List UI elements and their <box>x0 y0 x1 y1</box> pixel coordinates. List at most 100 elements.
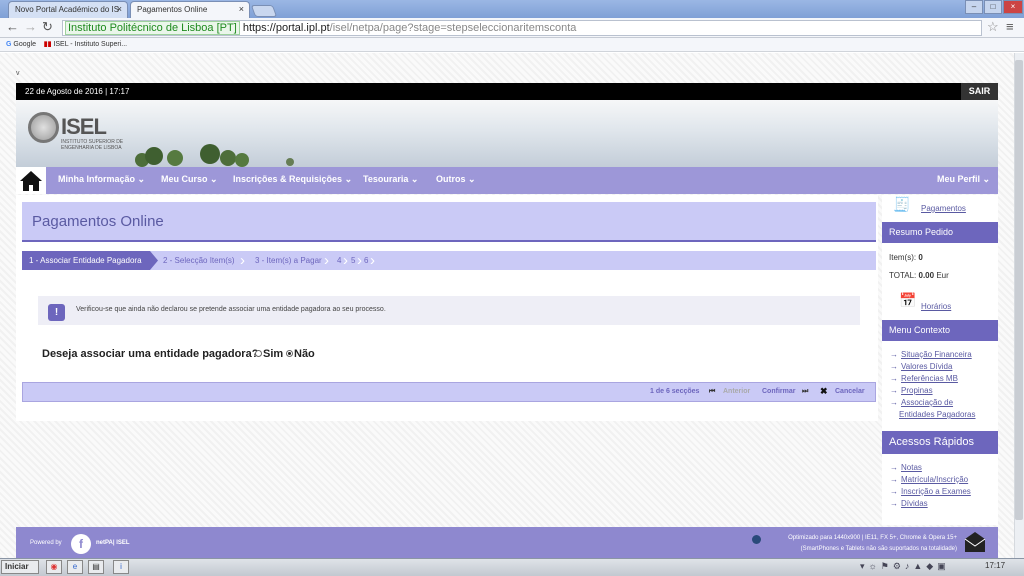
nav-label: Tesouraria <box>363 174 409 184</box>
radio-label-sim[interactable]: Sim <box>263 348 283 360</box>
page-title: Pagamentos Online <box>32 213 164 230</box>
minimize-icon[interactable]: – <box>965 0 983 14</box>
context-link-propinas[interactable]: → Propinas <box>890 386 933 395</box>
home-button[interactable] <box>16 167 46 194</box>
step-separator-icon: › <box>370 252 375 269</box>
step-1-active[interactable]: 1 - Associar Entidade Pagadora <box>22 251 150 270</box>
nav-inscricoes[interactable]: Inscrições & Requisições ⌄ <box>233 174 352 185</box>
nav-minha-informacao[interactable]: Minha Informação ⌄ <box>58 174 145 185</box>
bookmark-label: Google <box>13 41 36 48</box>
forward-icon[interactable]: → <box>24 19 37 35</box>
previous-button[interactable]: Anterior <box>723 388 750 395</box>
isel-favicon-icon: ▮▮ <box>43 41 52 48</box>
confirm-button[interactable]: Confirmar <box>762 388 795 395</box>
link-text: Matrícula/Inscrição <box>901 475 969 484</box>
step-separator-icon: › <box>240 252 245 269</box>
step-separator-icon: › <box>343 252 348 269</box>
link-text: Referências MB <box>901 374 958 383</box>
schedule-link[interactable]: Horários <box>921 302 951 311</box>
step-arrow-icon <box>150 251 158 270</box>
payments-icon: 🧾 <box>893 196 911 212</box>
step-6[interactable]: 6 <box>364 251 368 270</box>
quick-link-notas[interactable]: → Notas <box>890 463 922 472</box>
logout-button[interactable]: SAIR <box>961 83 998 100</box>
tab-label: Novo Portal Académico do IS <box>15 5 120 14</box>
context-link-referencias[interactable]: → Referências MB <box>890 374 958 383</box>
bookmark-isel[interactable]: ▮▮ ISEL - Instituto Superi... <box>44 41 127 48</box>
close-window-icon[interactable]: × <box>1003 0 1023 14</box>
tab-close-icon[interactable]: × <box>117 4 122 14</box>
nav-tesouraria[interactable]: Tesouraria ⌄ <box>363 174 418 185</box>
quick-link-matricula[interactable]: → Matrícula/Inscrição <box>890 475 968 484</box>
context-link-situacao[interactable]: → Situação Financeira <box>890 350 972 359</box>
clock: 17:17 <box>985 561 1006 570</box>
link-text: Notas <box>901 463 922 472</box>
first-page-icon[interactable]: ⏮ <box>709 388 715 396</box>
quick-link-dividas[interactable]: → Dívidas <box>890 499 928 508</box>
step-2[interactable]: 2 - Selecção Item(s) <box>163 251 235 270</box>
optimized-line-2: (SmartPhones e Tablets não são suportado… <box>800 546 957 552</box>
link-text: Entidades Pagadoras <box>899 410 976 419</box>
step-separator-icon: › <box>357 252 362 269</box>
nav-outros[interactable]: Outros ⌄ <box>436 174 476 185</box>
nav-meu-perfil[interactable]: Meu Perfil ⌄ <box>937 174 990 185</box>
nav-label: Meu Curso <box>161 174 208 184</box>
system-tray-icons[interactable]: ▾☼⚑⚙♪▲◆▣ <box>860 561 950 572</box>
step-4[interactable]: 4 <box>337 251 341 270</box>
bookmarks-bar: G Google ▮▮ ISEL - Instituto Superi... <box>0 38 1024 52</box>
radio-nao[interactable] <box>286 350 293 357</box>
payments-link[interactable]: Pagamentos <box>921 204 966 213</box>
context-link-associacao[interactable]: → Associação de <box>890 398 953 407</box>
url-host: https://portal.ipl.pt <box>242 22 330 34</box>
radio-sim[interactable] <box>255 350 262 357</box>
google-icon: G <box>6 41 12 48</box>
context-link-valores[interactable]: → Valores Dívida <box>890 362 952 371</box>
url-field[interactable]: Instituto Politécnico de Lisboa [PT] htt… <box>62 20 982 36</box>
powered-by-text: Powered by <box>30 540 62 546</box>
url-path: /isel/netpa/page?stage=stepseleccionarit… <box>329 22 577 34</box>
sections-count: 1 de 6 secções <box>650 388 700 395</box>
cancel-button[interactable]: Cancelar <box>835 388 865 395</box>
next-icon[interactable]: ⏭ <box>802 388 808 396</box>
arrow-right-icon: → <box>890 487 898 496</box>
mail-icon[interactable] <box>963 530 987 554</box>
bookmark-google[interactable]: G Google <box>6 41 36 48</box>
nav-meu-curso[interactable]: Meu Curso ⌄ <box>161 174 218 185</box>
quick-link-exames[interactable]: → Inscrição a Exames <box>890 487 971 496</box>
back-icon[interactable]: ← <box>6 19 19 35</box>
tab-close-icon[interactable]: × <box>239 4 244 14</box>
menu-icon[interactable]: ≡ <box>1006 19 1014 34</box>
isel-logo-icon[interactable] <box>28 112 59 143</box>
arrow-right-icon: → <box>890 463 898 472</box>
cancel-icon[interactable]: ✖ <box>820 386 828 397</box>
items-label: Item(s): <box>889 253 917 262</box>
bookmark-star-icon[interactable]: ☆ <box>987 19 999 35</box>
browser-tab-portal[interactable]: Novo Portal Académico do IS × <box>8 1 128 18</box>
optimized-note: Optimizado para 1440x900 | IE11, FX 5+, … <box>752 533 957 555</box>
info-taskbar-icon[interactable]: i <box>113 560 129 574</box>
summary-header: Resumo Pedido <box>882 222 998 243</box>
context-link-associacao-cont[interactable]: Entidades Pagadoras <box>899 410 976 419</box>
netpa-brand: netPA| ISEL <box>96 540 130 546</box>
step-5[interactable]: 5 <box>351 251 355 270</box>
radio-dot <box>288 352 291 355</box>
tab-label: Pagamentos Online <box>137 5 208 14</box>
header-trees-image <box>135 144 294 167</box>
calendar-icon: 📅 <box>899 292 917 308</box>
arrow-right-icon: → <box>890 499 898 508</box>
new-tab-button[interactable] <box>250 5 278 17</box>
items-row: Item(s): 0 <box>889 253 923 262</box>
start-button[interactable]: Iniciar <box>1 560 39 574</box>
reload-icon[interactable]: ↻ <box>42 19 53 35</box>
scrollbar-thumb[interactable] <box>1015 60 1023 520</box>
maximize-icon[interactable]: □ <box>984 0 1002 14</box>
radio-label-nao[interactable]: Não <box>294 348 315 360</box>
optimized-line-1: Optimizado para 1440x900 | IE11, FX 5+, … <box>788 535 957 541</box>
ie-taskbar-icon[interactable]: e <box>67 560 83 574</box>
step-3[interactable]: 3 - Item(s) a Pagar <box>255 251 322 270</box>
app-taskbar-icon[interactable]: ▤ <box>88 560 104 574</box>
browser-tab-pagamentos[interactable]: Pagamentos Online × <box>130 1 250 18</box>
question-label: Deseja associar uma entidade pagadora?* <box>42 348 262 360</box>
chrome-taskbar-icon[interactable]: ◉ <box>46 560 62 574</box>
link-text: Inscrição a Exames <box>901 487 971 496</box>
